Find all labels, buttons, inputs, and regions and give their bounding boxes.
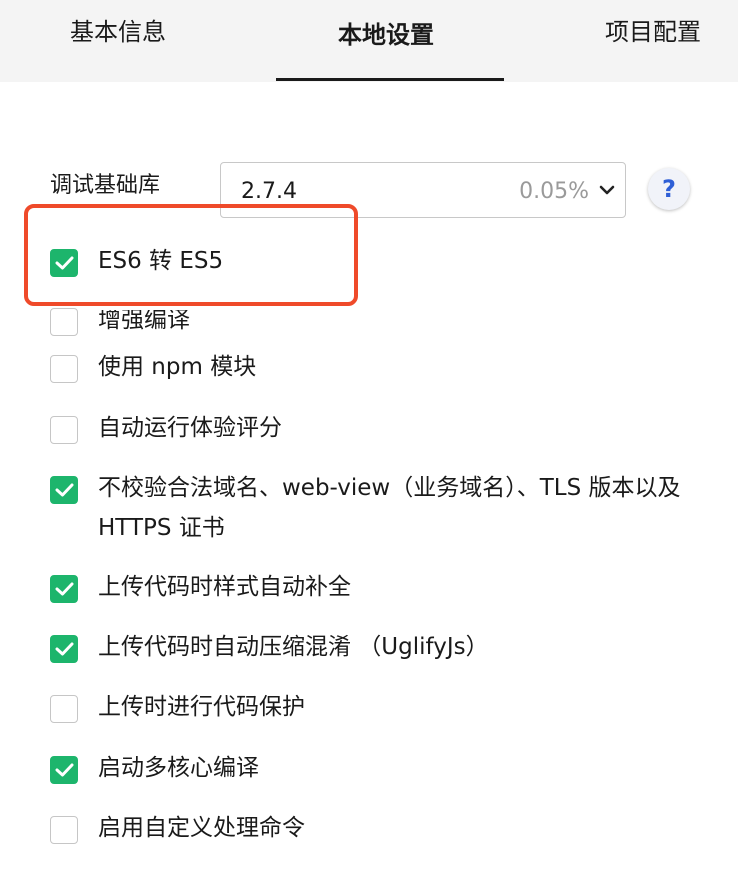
- option-label: 自动运行体验评分: [98, 415, 282, 441]
- base-library-select[interactable]: 2.7.4 0.05%: [220, 162, 626, 218]
- checkbox[interactable]: [50, 476, 78, 504]
- option-label: 启用自定义处理命令: [98, 815, 305, 841]
- active-tab-indicator: [276, 78, 504, 81]
- annotation-overlap-cover: [96, 302, 306, 310]
- chevron-down-icon: [599, 185, 615, 195]
- option-label: ES6 转 ES5: [98, 248, 224, 274]
- base-library-label: 调试基础库: [50, 173, 161, 198]
- option-label: 启动多核心编译: [98, 755, 259, 781]
- checkbox[interactable]: [50, 695, 78, 723]
- checkbox[interactable]: [50, 635, 78, 663]
- settings-tab-bar: 基本信息 本地设置 项目配置: [0, 0, 738, 82]
- checkbox[interactable]: [50, 355, 78, 383]
- base-library-usage: 0.05%: [519, 179, 589, 204]
- option-label: 不校验合法域名、web-view（业务域名）、TLS 版本以及 HTTPS 证书: [98, 475, 681, 541]
- base-library-version: 2.7.4: [241, 179, 297, 204]
- option-label: 上传时进行代码保护: [98, 694, 305, 720]
- help-icon[interactable]: ?: [648, 168, 690, 210]
- checkbox[interactable]: [50, 416, 78, 444]
- checkbox[interactable]: [50, 756, 78, 784]
- checkbox[interactable]: [50, 575, 78, 603]
- tab-project-config[interactable]: 项目配置: [605, 14, 701, 50]
- option-label: 上传代码时样式自动补全: [98, 574, 351, 600]
- tab-basic-info[interactable]: 基本信息: [70, 14, 166, 50]
- tab-local-settings[interactable]: 本地设置: [338, 17, 434, 53]
- option-label: 上传代码时自动压缩混淆 （UglifyJs）: [98, 634, 489, 660]
- checkbox[interactable]: [50, 249, 78, 277]
- checkbox[interactable]: [50, 816, 78, 844]
- checkbox[interactable]: [50, 308, 78, 336]
- option-label: 使用 npm 模块: [98, 354, 257, 380]
